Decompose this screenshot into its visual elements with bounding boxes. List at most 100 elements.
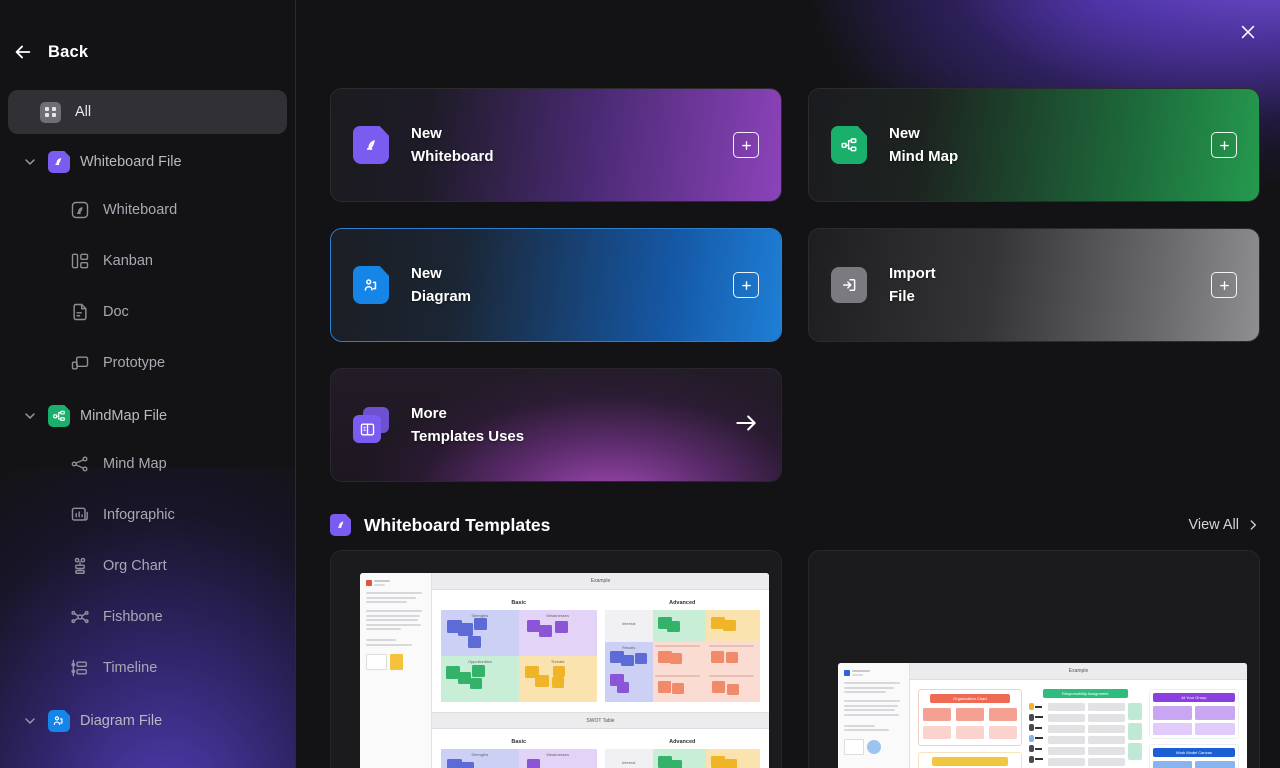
thumbnail-header-3: At Your Group (1152, 693, 1236, 702)
more-templates-card[interactable]: More Templates Uses (330, 368, 782, 482)
whiteboard-templates-section-header: Whiteboard Templates View All (330, 514, 1260, 536)
plus-icon (733, 272, 759, 298)
sidebar-item-kanban[interactable]: Kanban (8, 235, 287, 286)
card-gradient (809, 229, 1259, 341)
sidebar-item-infographic[interactable]: Infographic (8, 489, 287, 540)
thumbnail-sidebar (838, 663, 910, 768)
template-card-org-chart[interactable]: Example Organization Chart Responsibilit… (808, 550, 1260, 768)
card-gradient (331, 89, 781, 201)
sidebar-item-label: Whiteboard (103, 201, 178, 218)
card-title-line1: New (411, 124, 442, 142)
card-title-line2: File (889, 288, 915, 305)
sidebar-item-all[interactable]: All (8, 90, 287, 134)
add-button[interactable] (733, 132, 759, 158)
new-mind-map-card[interactable]: New Mind Map (808, 88, 1260, 202)
card-title-line2: Mind Map (889, 148, 959, 165)
grid-icon (40, 101, 61, 123)
sidebar-item-org-chart[interactable]: Org Chart (8, 540, 287, 591)
sidebar-group-label: MindMap File (80, 408, 168, 424)
thumbnail-advanced-label-2: Advanced (669, 739, 696, 745)
back-button[interactable]: Back (0, 26, 295, 78)
template-gallery-modal: Back All Whiteboard File Whiteboard Kanb… (0, 0, 1280, 768)
close-button[interactable] (1232, 16, 1264, 48)
sidebar-group-whiteboard-file[interactable]: Whiteboard File (8, 140, 287, 184)
template-thumbnail: Example Organization Chart Responsibilit… (838, 663, 1247, 768)
card-title-line1: New (411, 264, 442, 282)
diagram-file-icon (352, 266, 390, 304)
sidebar-item-label: Mind Map (103, 455, 167, 472)
sidebar-item-timeline[interactable]: Timeline (8, 642, 287, 693)
new-whiteboard-card[interactable]: New Whiteboard (330, 88, 782, 202)
thumbnail-header-2: Responsibility Assignment (1042, 689, 1128, 698)
fishbone-icon (71, 610, 89, 623)
thumbnail-advanced-label: Advanced (669, 600, 696, 606)
diagram-file-icon (48, 710, 70, 732)
sidebar-group-label: Diagram File (80, 713, 163, 729)
chevron-down-icon (25, 718, 35, 724)
thumbnail-body: Example Basic Strengths Weaknesses Oppor… (432, 573, 769, 768)
sidebar-group-label: Whiteboard File (80, 154, 182, 170)
whiteboard-icon (71, 201, 89, 218)
chevron-down-icon (25, 413, 35, 419)
content-scroll-area[interactable]: New Whiteboard New Mind Map New Diagram … (296, 0, 1280, 768)
whiteboard-file-icon (352, 126, 390, 164)
add-button[interactable] (1211, 272, 1237, 298)
card-gradient (331, 229, 781, 341)
template-card-swot[interactable]: Example Basic Strengths Weaknesses Oppor… (330, 550, 782, 768)
sidebar-item-label: Prototype (103, 354, 166, 371)
whiteboard-file-icon (330, 514, 351, 536)
thumbnail-label-2: SWOT Table (586, 717, 615, 724)
template-grid: Example Basic Strengths Weaknesses Oppor… (330, 550, 1260, 768)
import-file-card[interactable]: Import File (808, 228, 1260, 342)
arrow-left-icon (15, 45, 31, 59)
timeline-icon (71, 659, 87, 676)
sidebar-item-mind-map[interactable]: Mind Map (8, 438, 287, 489)
prototype-icon (71, 355, 89, 370)
kanban-icon (71, 253, 89, 268)
sidebar-nav: All Whiteboard File Whiteboard Kanban Do… (0, 90, 295, 743)
sidebar-group-mindmap-file[interactable]: MindMap File (8, 394, 287, 438)
plus-icon (1211, 272, 1237, 298)
add-button[interactable] (733, 272, 759, 298)
thumbnail-sidebar (360, 573, 432, 768)
sidebar-item-fishbone[interactable]: Fishbone (8, 591, 287, 642)
close-icon (1241, 25, 1255, 39)
sidebar-item-label: Timeline (103, 659, 158, 676)
card-title-line2: Whiteboard (411, 148, 494, 165)
card-gradient (809, 89, 1259, 201)
thumbnail-label: Example (1068, 668, 1089, 674)
card-title-line2: Diagram (411, 288, 472, 305)
sidebar-group-diagram-file[interactable]: Diagram File (8, 699, 287, 743)
card-title-line1: Import (889, 264, 936, 282)
thumbnail-header-1: Organization Chart (930, 694, 1010, 703)
arrow-right-icon (736, 414, 756, 431)
more-templates-arrow[interactable] (733, 410, 759, 441)
mindmap-file-icon (48, 405, 70, 427)
sidebar-item-label: Fishbone (103, 608, 163, 625)
view-all-button[interactable]: View All (1188, 517, 1260, 533)
section-title: Whiteboard Templates (364, 514, 551, 535)
sidebar-item-label: Org Chart (103, 557, 167, 574)
view-all-label: View All (1188, 517, 1239, 533)
action-card-grid: New Whiteboard New Mind Map New Diagram … (330, 88, 1260, 482)
mind-map-icon (71, 455, 88, 472)
sidebar-item-label: Infographic (103, 506, 175, 523)
plus-icon (733, 132, 759, 158)
card-title-line1: New (889, 124, 920, 142)
sidebar-item-prototype[interactable]: Prototype (8, 337, 287, 388)
whiteboard-file-icon (48, 151, 70, 173)
thumbnail-basic-label: Basic (511, 600, 527, 606)
thumbnail-label: Example (590, 578, 611, 584)
thumbnail-basic-label-2: Basic (511, 739, 527, 745)
sidebar-item-whiteboard[interactable]: Whiteboard (8, 184, 287, 235)
template-thumbnail: Example Basic Strengths Weaknesses Oppor… (360, 573, 769, 768)
templates-stack-icon (352, 406, 390, 444)
doc-icon (73, 303, 87, 320)
add-button[interactable] (1211, 132, 1237, 158)
org-chart-icon (74, 557, 86, 574)
back-label: Back (48, 42, 89, 61)
sidebar-item-label: Kanban (103, 252, 153, 269)
new-diagram-card[interactable]: New Diagram (330, 228, 782, 342)
chevron-down-icon (25, 159, 35, 165)
sidebar-item-doc[interactable]: Doc (8, 286, 287, 337)
